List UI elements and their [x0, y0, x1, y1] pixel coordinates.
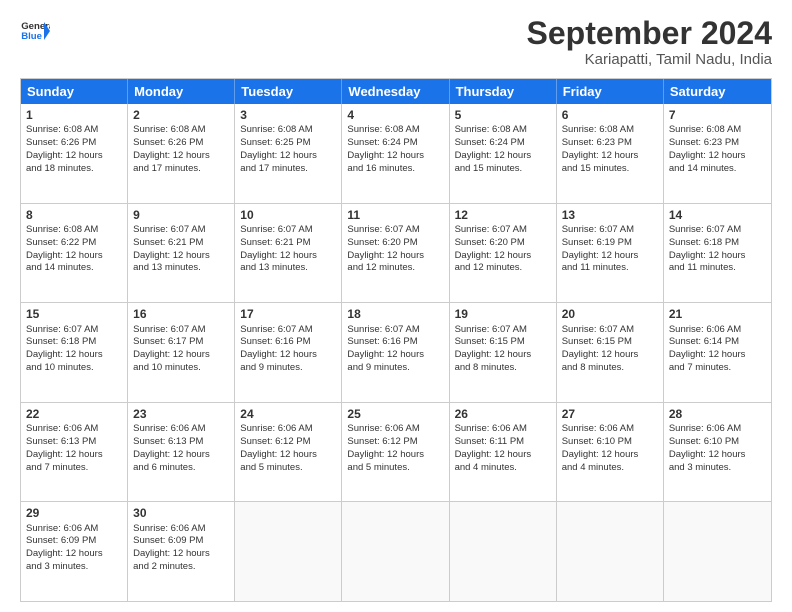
week-row-5: 29Sunrise: 6:06 AMSunset: 6:09 PMDayligh…	[21, 502, 771, 601]
cell-sep17: 17Sunrise: 6:07 AMSunset: 6:16 PMDayligh…	[235, 303, 342, 402]
cell-sep7: 7Sunrise: 6:08 AMSunset: 6:23 PMDaylight…	[664, 104, 771, 203]
cell-sep15: 15Sunrise: 6:07 AMSunset: 6:18 PMDayligh…	[21, 303, 128, 402]
cell-sep25: 25Sunrise: 6:06 AMSunset: 6:12 PMDayligh…	[342, 403, 449, 502]
cell-sep21: 21Sunrise: 6:06 AMSunset: 6:14 PMDayligh…	[664, 303, 771, 402]
header-friday: Friday	[557, 79, 664, 104]
page: General Blue September 2024 Kariapatti, …	[0, 0, 792, 612]
logo: General Blue	[20, 16, 50, 46]
cell-sep30: 30Sunrise: 6:06 AMSunset: 6:09 PMDayligh…	[128, 502, 235, 601]
cell-sep1: 1Sunrise: 6:08 AMSunset: 6:26 PMDaylight…	[21, 104, 128, 203]
calendar: Sunday Monday Tuesday Wednesday Thursday…	[20, 78, 772, 602]
title-block: September 2024 Kariapatti, Tamil Nadu, I…	[527, 16, 772, 68]
cell-sep5: 5Sunrise: 6:08 AMSunset: 6:24 PMDaylight…	[450, 104, 557, 203]
cell-sep19: 19Sunrise: 6:07 AMSunset: 6:15 PMDayligh…	[450, 303, 557, 402]
week-row-4: 22Sunrise: 6:06 AMSunset: 6:13 PMDayligh…	[21, 403, 771, 503]
header-sunday: Sunday	[21, 79, 128, 104]
header: General Blue September 2024 Kariapatti, …	[20, 16, 772, 68]
cell-sep2: 2Sunrise: 6:08 AMSunset: 6:26 PMDaylight…	[128, 104, 235, 203]
cell-sep3: 3Sunrise: 6:08 AMSunset: 6:25 PMDaylight…	[235, 104, 342, 203]
week-row-2: 8Sunrise: 6:08 AMSunset: 6:22 PMDaylight…	[21, 204, 771, 304]
logo-icon: General Blue	[20, 16, 50, 46]
header-thursday: Thursday	[450, 79, 557, 104]
subtitle: Kariapatti, Tamil Nadu, India	[527, 51, 772, 68]
cell-empty-1	[235, 502, 342, 601]
main-title: September 2024	[527, 16, 772, 51]
cell-sep20: 20Sunrise: 6:07 AMSunset: 6:15 PMDayligh…	[557, 303, 664, 402]
cell-sep24: 24Sunrise: 6:06 AMSunset: 6:12 PMDayligh…	[235, 403, 342, 502]
cell-sep9: 9Sunrise: 6:07 AMSunset: 6:21 PMDaylight…	[128, 204, 235, 303]
calendar-header: Sunday Monday Tuesday Wednesday Thursday…	[21, 79, 771, 104]
cell-sep22: 22Sunrise: 6:06 AMSunset: 6:13 PMDayligh…	[21, 403, 128, 502]
cell-sep18: 18Sunrise: 6:07 AMSunset: 6:16 PMDayligh…	[342, 303, 449, 402]
cell-sep14: 14Sunrise: 6:07 AMSunset: 6:18 PMDayligh…	[664, 204, 771, 303]
header-monday: Monday	[128, 79, 235, 104]
svg-text:Blue: Blue	[21, 31, 42, 42]
cell-sep29: 29Sunrise: 6:06 AMSunset: 6:09 PMDayligh…	[21, 502, 128, 601]
cell-sep10: 10Sunrise: 6:07 AMSunset: 6:21 PMDayligh…	[235, 204, 342, 303]
cell-sep11: 11Sunrise: 6:07 AMSunset: 6:20 PMDayligh…	[342, 204, 449, 303]
calendar-body: 1Sunrise: 6:08 AMSunset: 6:26 PMDaylight…	[21, 104, 771, 601]
week-row-1: 1Sunrise: 6:08 AMSunset: 6:26 PMDaylight…	[21, 104, 771, 204]
week-row-3: 15Sunrise: 6:07 AMSunset: 6:18 PMDayligh…	[21, 303, 771, 403]
cell-empty-5	[664, 502, 771, 601]
header-tuesday: Tuesday	[235, 79, 342, 104]
cell-empty-4	[557, 502, 664, 601]
cell-sep13: 13Sunrise: 6:07 AMSunset: 6:19 PMDayligh…	[557, 204, 664, 303]
cell-empty-2	[342, 502, 449, 601]
cell-sep27: 27Sunrise: 6:06 AMSunset: 6:10 PMDayligh…	[557, 403, 664, 502]
cell-empty-3	[450, 502, 557, 601]
cell-sep16: 16Sunrise: 6:07 AMSunset: 6:17 PMDayligh…	[128, 303, 235, 402]
cell-sep12: 12Sunrise: 6:07 AMSunset: 6:20 PMDayligh…	[450, 204, 557, 303]
cell-sep28: 28Sunrise: 6:06 AMSunset: 6:10 PMDayligh…	[664, 403, 771, 502]
cell-sep6: 6Sunrise: 6:08 AMSunset: 6:23 PMDaylight…	[557, 104, 664, 203]
cell-sep23: 23Sunrise: 6:06 AMSunset: 6:13 PMDayligh…	[128, 403, 235, 502]
cell-sep8: 8Sunrise: 6:08 AMSunset: 6:22 PMDaylight…	[21, 204, 128, 303]
cell-sep4: 4Sunrise: 6:08 AMSunset: 6:24 PMDaylight…	[342, 104, 449, 203]
header-wednesday: Wednesday	[342, 79, 449, 104]
header-saturday: Saturday	[664, 79, 771, 104]
cell-sep26: 26Sunrise: 6:06 AMSunset: 6:11 PMDayligh…	[450, 403, 557, 502]
